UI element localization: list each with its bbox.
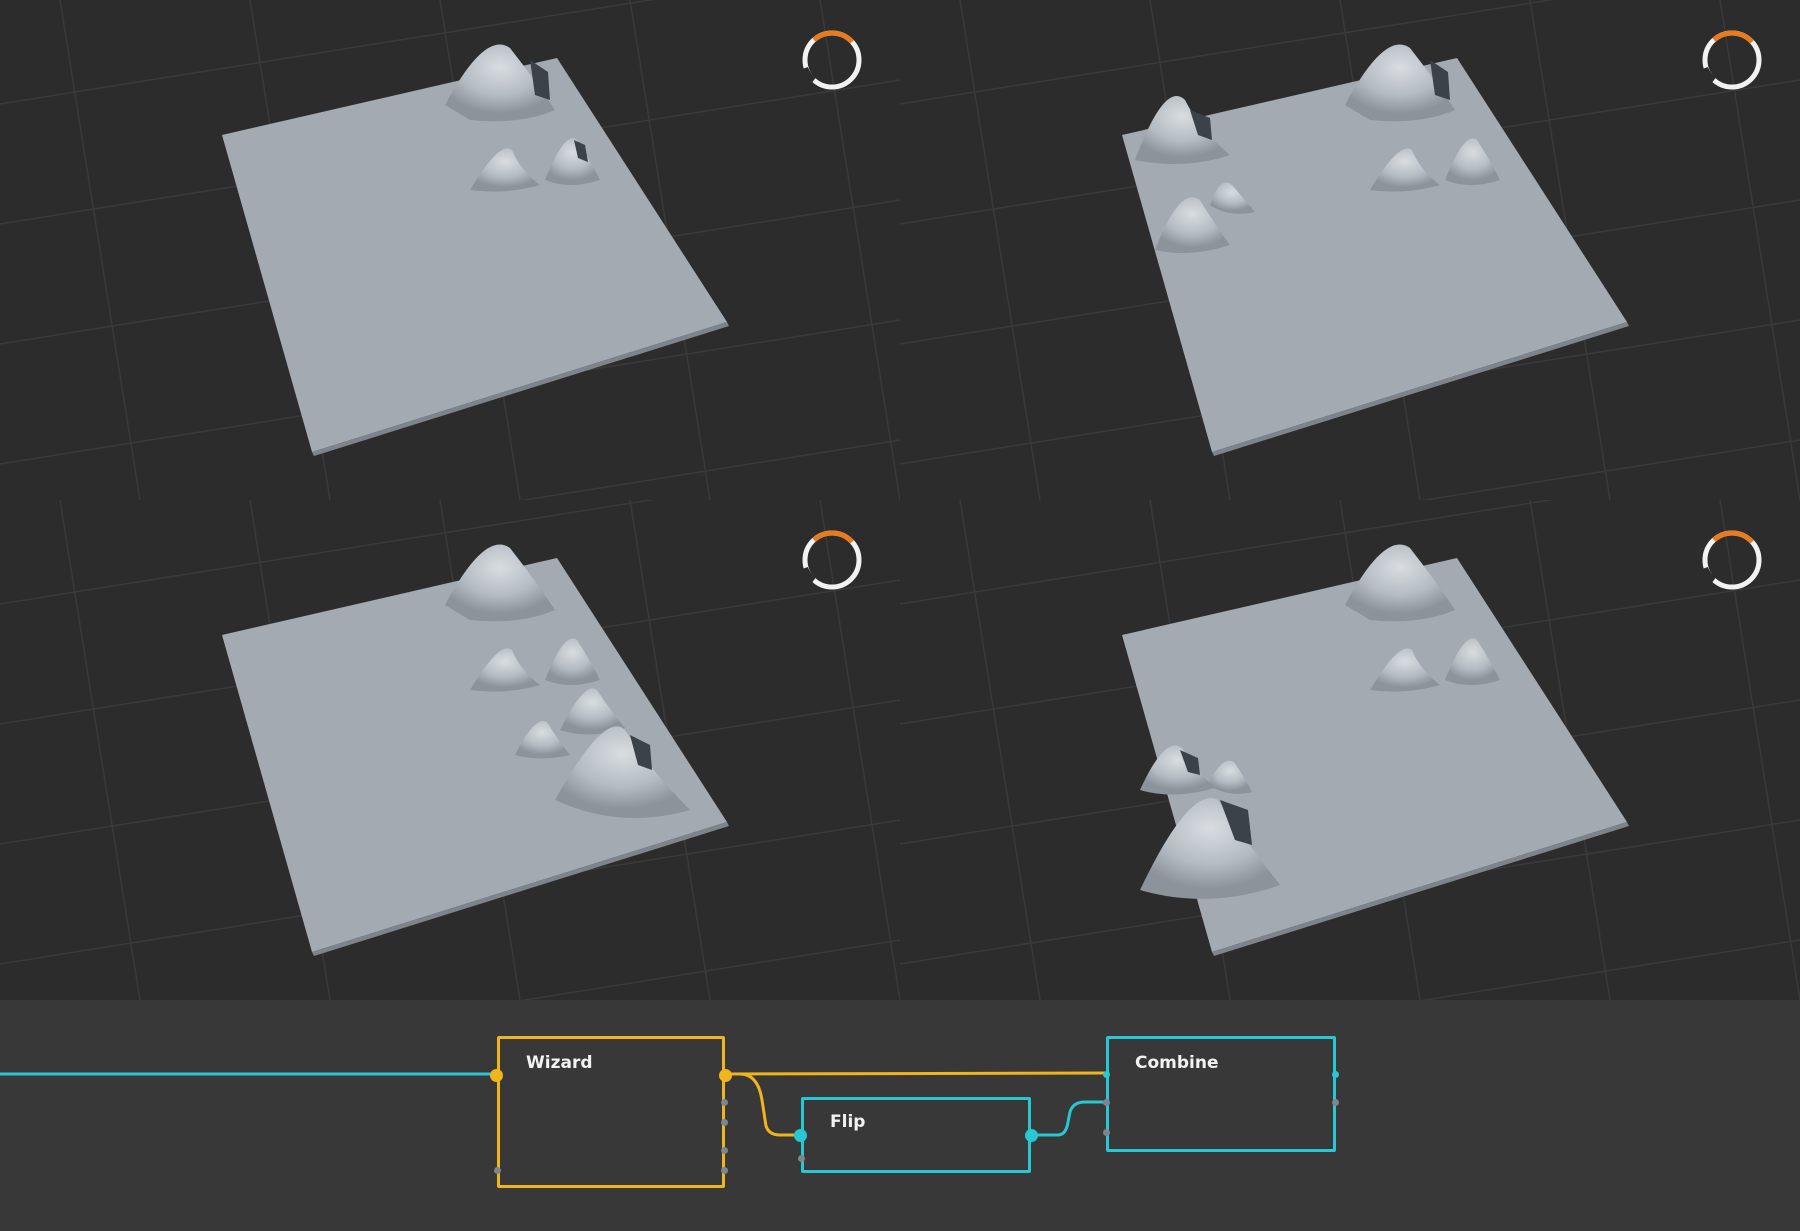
- output-port-secondary[interactable]: [721, 1119, 728, 1126]
- terrain-render: [900, 500, 1800, 1000]
- input-port-secondary[interactable]: [798, 1155, 805, 1162]
- terrain-render: [0, 0, 900, 500]
- node-title: Combine: [1135, 1053, 1219, 1073]
- node-combine[interactable]: Combine: [1103, 1036, 1339, 1152]
- output-port-secondary[interactable]: [721, 1147, 728, 1154]
- output-port-secondary[interactable]: [721, 1167, 728, 1174]
- loading-spinner-icon: [1702, 30, 1762, 90]
- node-title: Wizard: [526, 1053, 593, 1073]
- output-port-secondary[interactable]: [721, 1099, 728, 1106]
- node-title: Flip: [830, 1112, 866, 1132]
- output-port[interactable]: [1332, 1071, 1339, 1078]
- node-wizard[interactable]: Wizard: [490, 1036, 732, 1188]
- app-window: Wizard Flip Combine: [0, 0, 1800, 1231]
- output-port-secondary[interactable]: [1332, 1099, 1339, 1106]
- input-port[interactable]: [794, 1129, 807, 1142]
- wire-wizard-combine: [727, 1071, 1106, 1076]
- loading-spinner-icon: [802, 530, 862, 590]
- node-graph-panel[interactable]: Wizard Flip Combine: [0, 1000, 1800, 1231]
- wire-flip-combine: [1035, 1100, 1106, 1137]
- viewport-top-left[interactable]: [0, 0, 900, 500]
- node-flip[interactable]: Flip: [794, 1097, 1038, 1173]
- viewport-top-right[interactable]: [900, 0, 1800, 500]
- output-port[interactable]: [1025, 1129, 1038, 1142]
- input-port[interactable]: [1103, 1099, 1110, 1106]
- terrain-render: [0, 500, 900, 1000]
- input-port-secondary[interactable]: [494, 1167, 501, 1174]
- input-port[interactable]: [490, 1069, 503, 1082]
- input-port[interactable]: [1103, 1071, 1110, 1078]
- terrain-render: [900, 0, 1800, 500]
- output-port[interactable]: [719, 1069, 732, 1082]
- wire-wizard-flip: [739, 1072, 800, 1137]
- loading-spinner-icon: [802, 30, 862, 90]
- input-port[interactable]: [1103, 1129, 1110, 1136]
- viewport-grid: [0, 0, 1800, 1000]
- loading-spinner-icon: [1702, 530, 1762, 590]
- viewport-bottom-left[interactable]: [0, 500, 900, 1000]
- viewport-bottom-right[interactable]: [900, 500, 1800, 1000]
